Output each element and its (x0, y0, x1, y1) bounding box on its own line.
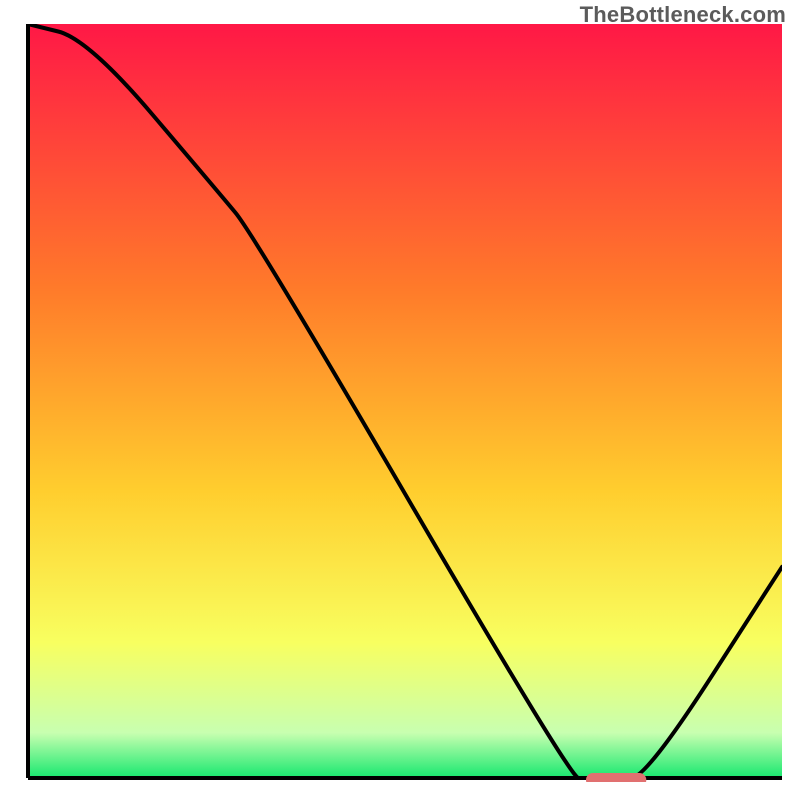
gradient-background (28, 24, 782, 778)
optimum-marker (586, 773, 646, 782)
chart-container: TheBottleneck.com (0, 0, 800, 800)
plot-area (24, 24, 782, 782)
bottleneck-chart-svg (24, 24, 782, 782)
